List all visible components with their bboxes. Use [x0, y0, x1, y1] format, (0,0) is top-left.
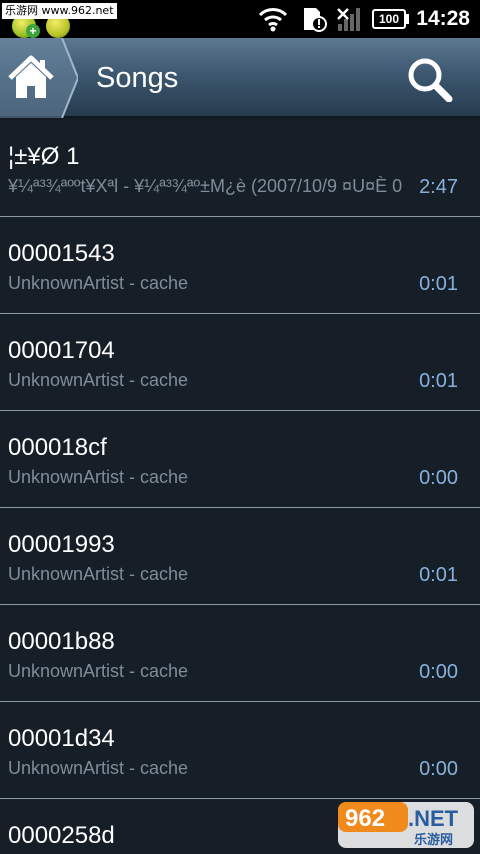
song-list-item[interactable]: ¦±¥Ø 1 ¥¼ª³¾ªººt¥Xªl - ¥¼ª³¾ªº±M¿è (2007…: [0, 120, 480, 217]
no-signal-icon: [337, 8, 360, 31]
song-artist-album: UnknownArtist - cache: [8, 564, 189, 584]
status-time: 14:28: [416, 7, 470, 30]
song-list-item[interactable]: 00001d34 UnknownArtist - cache 0:00: [0, 702, 480, 799]
notification-badge-icon: +: [26, 24, 40, 38]
song-artist-album: UnknownArtist - cache: [8, 370, 189, 390]
battery-level-label: 100: [378, 12, 400, 26]
song-title: 00001543: [8, 240, 115, 267]
song-title: ¦±¥Ø 1: [8, 143, 80, 170]
wifi-icon: [258, 8, 288, 32]
home-button[interactable]: [0, 38, 78, 118]
song-duration: 0:01: [419, 273, 458, 295]
search-button[interactable]: [406, 56, 454, 103]
home-icon: [0, 38, 78, 118]
song-title: 00001d34: [8, 725, 115, 752]
song-artist-album: ¥¼ª³¾ªººt¥Xªl - ¥¼ª³¾ªº±M¿è (2007/10/9 ¤…: [8, 176, 403, 196]
song-title: 0000258d: [8, 822, 115, 849]
song-artist-album: UnknownArtist - cache: [8, 758, 189, 778]
song-artist-album: UnknownArtist - cache: [8, 661, 189, 681]
song-duration: 0:00: [419, 467, 458, 489]
watermark-site-label: 乐游网 www.962.net: [2, 3, 117, 19]
battery-icon: 100: [372, 9, 406, 29]
watermark-number: 962: [345, 805, 385, 832]
song-duration: 0:00: [419, 758, 458, 780]
song-list-item[interactable]: 000018cf UnknownArtist - cache 0:00: [0, 411, 480, 508]
status-bar: + 乐游网 www.962.net 100 14:28: [0, 0, 480, 38]
song-title: 00001b88: [8, 628, 115, 655]
battery-tip: [406, 14, 409, 24]
song-duration: 0:01: [419, 370, 458, 392]
sd-card-alert-icon: [304, 8, 327, 32]
song-list-item[interactable]: 00001704 UnknownArtist - cache 0:01: [0, 314, 480, 411]
watermark-logo: 962 .NET 乐游网: [336, 798, 476, 850]
song-duration: 0:01: [419, 564, 458, 586]
song-title: 00001993: [8, 531, 115, 558]
page-title: Songs: [96, 62, 179, 94]
song-list[interactable]: ¦±¥Ø 1 ¥¼ª³¾ªººt¥Xªl - ¥¼ª³¾ªº±M¿è (2007…: [0, 120, 480, 854]
watermark-logo-icon: 962 .NET 乐游网: [338, 802, 474, 848]
song-title: 00001704: [8, 337, 115, 364]
song-artist-album: UnknownArtist - cache: [8, 467, 189, 487]
search-icon: [408, 58, 453, 103]
action-bar: Songs: [0, 38, 480, 118]
song-duration: 2:47: [419, 176, 458, 198]
song-list-item[interactable]: 00001543 UnknownArtist - cache 0:01: [0, 217, 480, 314]
song-duration: 0:00: [419, 661, 458, 683]
song-artist-album: UnknownArtist - cache: [8, 273, 189, 293]
watermark-caption: 乐游网: [414, 832, 453, 848]
song-list-item[interactable]: 00001993 UnknownArtist - cache 0:01: [0, 508, 480, 605]
song-list-item[interactable]: 00001b88 UnknownArtist - cache 0:00: [0, 605, 480, 702]
song-title: 000018cf: [8, 434, 107, 461]
watermark-suffix: .NET: [408, 806, 459, 831]
